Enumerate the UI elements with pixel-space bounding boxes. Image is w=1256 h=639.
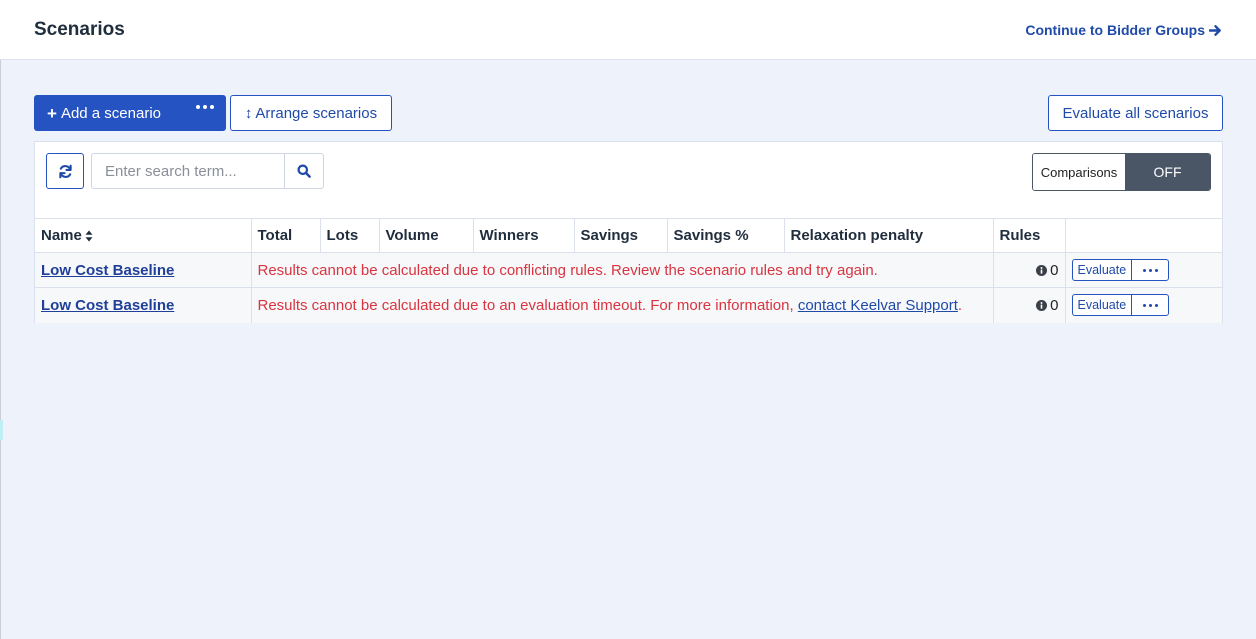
add-scenario-button[interactable]: + Add a scenario bbox=[34, 95, 226, 131]
column-header-volume: Volume bbox=[378, 218, 474, 253]
continue-label: Continue to Bidder Groups bbox=[1025, 22, 1205, 38]
info-icon[interactable] bbox=[1036, 299, 1048, 311]
evaluate-all-scenarios-button[interactable]: Evaluate all scenarios bbox=[1048, 95, 1223, 131]
scenario-name-link[interactable]: Low Cost Baseline bbox=[41, 262, 174, 279]
add-scenario-label: Add a scenario bbox=[60, 104, 162, 122]
continue-to-bidder-groups-link[interactable]: Continue to Bidder Groups bbox=[1025, 22, 1222, 38]
scenario-toolbar: + Add a scenario ↕ Arrange scenarios Eva… bbox=[34, 95, 1223, 131]
row-action-group: Evaluate bbox=[1071, 259, 1170, 281]
plus-icon: + bbox=[47, 103, 57, 123]
arrange-scenarios-button[interactable]: ↕ Arrange scenarios bbox=[230, 95, 392, 131]
arrows-vertical-icon: ↕ bbox=[244, 104, 253, 122]
rules-cell: 0 bbox=[992, 287, 1066, 323]
scenarios-table: Name Total Lots Volume Winners Savings S… bbox=[35, 218, 1222, 323]
contact-support-link[interactable]: contact Keelvar Support bbox=[798, 297, 958, 314]
column-header-name[interactable]: Name bbox=[35, 218, 252, 253]
ellipsis-icon[interactable] bbox=[196, 105, 214, 109]
column-header-savings-percent: Savings % bbox=[666, 218, 785, 253]
table-row: Low Cost Baseline Results cannot be calc… bbox=[35, 252, 1222, 288]
rules-count: 0 bbox=[1050, 261, 1059, 279]
column-header-relaxation-penalty: Relaxation penalty bbox=[783, 218, 994, 253]
scenario-name-cell: Low Cost Baseline bbox=[35, 252, 252, 288]
column-header-total: Total bbox=[250, 218, 321, 253]
refresh-button[interactable] bbox=[46, 153, 84, 189]
info-icon[interactable] bbox=[1036, 264, 1048, 276]
window-edge bbox=[0, 0, 1, 639]
evaluate-button[interactable]: Evaluate bbox=[1073, 295, 1133, 316]
column-header-rules: Rules bbox=[992, 218, 1066, 253]
table-row: Low Cost Baseline Results cannot be calc… bbox=[35, 287, 1222, 323]
error-message: Results cannot be calculated due to conf… bbox=[250, 252, 994, 288]
page-title: Scenarios bbox=[34, 19, 125, 40]
column-header-winners: Winners bbox=[472, 218, 575, 253]
row-action-group: Evaluate bbox=[1071, 294, 1170, 317]
comparisons-label: Comparisons bbox=[1033, 154, 1125, 190]
sort-icon bbox=[85, 230, 93, 242]
comparisons-state: OFF bbox=[1125, 154, 1210, 190]
column-header-savings: Savings bbox=[573, 218, 668, 253]
search-input[interactable] bbox=[91, 153, 284, 189]
table-header-row: Name Total Lots Volume Winners Savings S… bbox=[35, 218, 1222, 253]
evaluate-button[interactable]: Evaluate bbox=[1073, 260, 1133, 280]
arrange-scenarios-label: Arrange scenarios bbox=[255, 104, 378, 122]
row-actions: Evaluate bbox=[1064, 287, 1222, 323]
more-actions-button[interactable] bbox=[1132, 295, 1168, 315]
refresh-icon bbox=[58, 164, 72, 178]
search-button[interactable] bbox=[284, 153, 324, 189]
error-message: Results cannot be calculated due to an e… bbox=[250, 287, 994, 323]
page-header: Scenarios Continue to Bidder Groups bbox=[0, 0, 1256, 60]
more-actions-button[interactable] bbox=[1132, 260, 1168, 280]
rules-count: 0 bbox=[1050, 296, 1059, 314]
column-header-lots: Lots bbox=[319, 218, 380, 253]
rules-cell: 0 bbox=[992, 252, 1066, 288]
row-actions: Evaluate bbox=[1064, 252, 1222, 288]
comparisons-toggle[interactable]: Comparisons OFF bbox=[1032, 153, 1211, 191]
scenarios-panel: Comparisons OFF Name Total Lots Volume W… bbox=[34, 141, 1223, 323]
scroll-marker bbox=[0, 420, 3, 440]
column-header-actions bbox=[1064, 218, 1222, 253]
scenario-name-link[interactable]: Low Cost Baseline bbox=[41, 297, 174, 314]
search-icon bbox=[297, 164, 311, 178]
arrow-right-icon bbox=[1209, 24, 1221, 36]
scenario-name-cell: Low Cost Baseline bbox=[35, 287, 252, 323]
